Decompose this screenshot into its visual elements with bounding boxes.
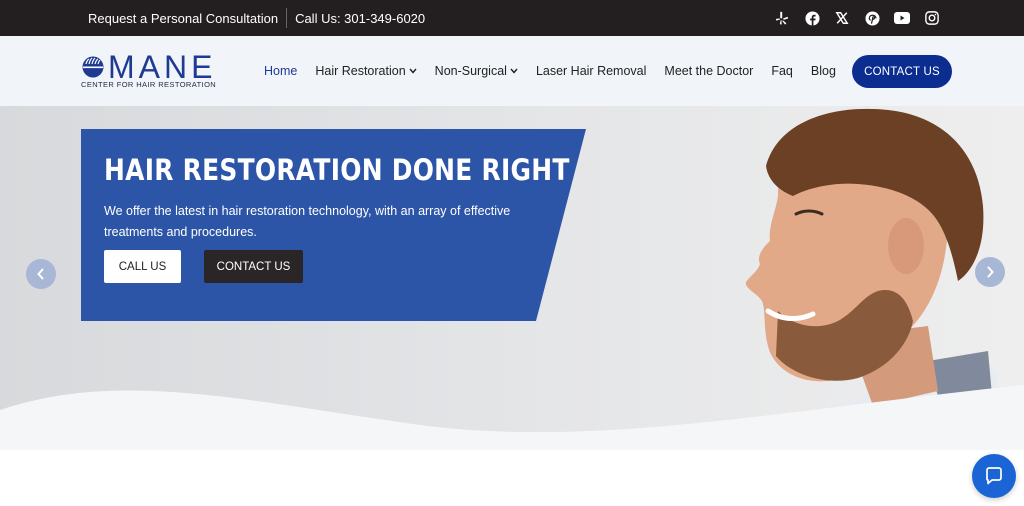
logo-subtitle: CENTER FOR HAIR RESTORATION: [81, 80, 217, 89]
nav-hair-restoration-label: Hair Restoration: [315, 64, 406, 78]
nav-blog[interactable]: Blog: [811, 64, 836, 78]
nav-home-label: Home: [264, 64, 298, 78]
nav-laser-hair-removal[interactable]: Laser Hair Removal: [536, 64, 646, 78]
nav-meet-the-doctor-label: Meet the Doctor: [664, 64, 754, 78]
logo-mark-icon: [82, 56, 104, 78]
nav-meet-the-doctor[interactable]: Meet the Doctor: [664, 64, 753, 78]
slider-prev-button[interactable]: [26, 259, 56, 289]
hero-contact-button[interactable]: CONTACT US: [204, 250, 303, 283]
nav-blog-label: Blog: [810, 64, 836, 78]
consultation-link[interactable]: Request a Personal Consultation: [88, 11, 278, 26]
nav-laser-hair-removal-label: Laser Hair Removal: [535, 64, 647, 78]
slider-next-button[interactable]: [975, 257, 1005, 287]
chevron-down-icon: [510, 67, 518, 76]
phone-link[interactable]: Call Us: 301-349-6020: [295, 11, 425, 26]
top-bar-divider: [286, 8, 288, 28]
nav-faq-label: Faq: [771, 64, 793, 78]
social-links: [774, 0, 940, 36]
chevron-right-icon: [987, 266, 994, 278]
nav-non-surgical[interactable]: Non-Surgical: [435, 64, 518, 78]
chat-widget-button[interactable]: [972, 454, 1016, 498]
chevron-down-icon: [409, 67, 417, 76]
facebook-icon[interactable]: [804, 10, 820, 26]
site-logo[interactable]: MANE CENTER FOR HAIR RESTORATION: [80, 49, 230, 91]
top-bar: Request a Personal Consultation Call Us:…: [0, 0, 1024, 36]
hero-wave: [0, 385, 1024, 450]
nav-home[interactable]: Home: [264, 64, 297, 78]
yelp-icon[interactable]: [774, 10, 790, 26]
chevron-left-icon: [37, 268, 44, 280]
chat-bubble-icon: [986, 467, 1002, 485]
nav-hair-restoration[interactable]: Hair Restoration: [315, 64, 417, 78]
main-nav: Home Hair Restoration Non-Surgical Laser…: [264, 36, 836, 106]
hero-title: HAIR RESTORATION DONE RIGHT: [104, 153, 570, 187]
pinterest-icon[interactable]: [864, 10, 880, 26]
header-contact-button[interactable]: CONTACT US: [852, 55, 952, 88]
site-header: MANE CENTER FOR HAIR RESTORATION Home Ha…: [0, 36, 1024, 106]
instagram-icon[interactable]: [924, 10, 940, 26]
hero-card: HAIR RESTORATION DONE RIGHT We offer the…: [81, 129, 586, 321]
top-bar-links: Request a Personal Consultation Call Us:…: [88, 0, 425, 36]
youtube-icon[interactable]: [894, 10, 910, 26]
hero-slider: HAIR RESTORATION DONE RIGHT We offer the…: [0, 106, 1024, 450]
nav-faq[interactable]: Faq: [771, 64, 793, 78]
call-us-button[interactable]: CALL US: [104, 250, 181, 283]
x-icon[interactable]: [834, 10, 850, 26]
nav-non-surgical-label: Non-Surgical: [434, 64, 507, 78]
hero-description: We offer the latest in hair restoration …: [104, 204, 511, 239]
